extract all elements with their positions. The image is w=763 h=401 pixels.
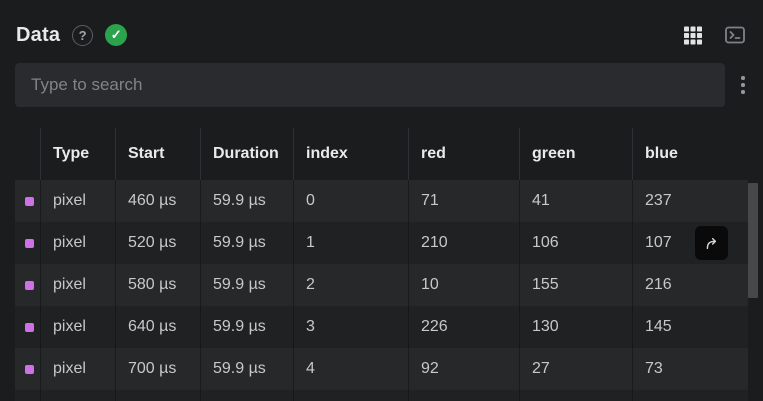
column-header-index[interactable]: index <box>293 128 408 180</box>
kebab-menu-icon[interactable] <box>729 70 757 100</box>
cell-start: 580 µs <box>115 264 200 306</box>
cell-type: pixel <box>40 222 115 264</box>
cell-index: 3 <box>293 306 408 348</box>
cell-type: pixel <box>40 348 115 390</box>
cell-start: 700 µs <box>115 348 200 390</box>
cell-blue: 145 <box>632 306 748 348</box>
cell-type: pixel <box>40 180 115 222</box>
cell-duration: 59.9 µs <box>200 348 293 390</box>
cell-swatch <box>15 306 40 348</box>
cell-blue: 216 <box>632 264 748 306</box>
cell-red: 92 <box>408 348 519 390</box>
cell-red: 71 <box>408 180 519 222</box>
cell-empty <box>40 390 115 401</box>
cell-green: 27 <box>519 348 632 390</box>
cell-empty <box>200 390 293 401</box>
cell-duration: 59.9 µs <box>200 306 293 348</box>
cell-empty <box>15 390 40 401</box>
cell-type: pixel <box>40 306 115 348</box>
cell-start: 460 µs <box>115 180 200 222</box>
scrollbar-thumb[interactable] <box>748 183 758 298</box>
search-row <box>15 63 757 107</box>
cell-index: 2 <box>293 264 408 306</box>
table-header-row: Type Start Duration index red green blue <box>15 128 748 180</box>
cell-swatch <box>15 264 40 306</box>
title-group: Data ? ✓ <box>16 23 128 47</box>
page-title: Data <box>16 23 61 46</box>
channel-swatch-icon <box>25 280 34 290</box>
cell-index: 4 <box>293 348 408 390</box>
table-row[interactable]: pixel 520 µs 59.9 µs 1 210 106 107 <box>15 222 748 264</box>
channel-swatch-icon <box>25 238 34 248</box>
table-grid-icon <box>681 23 705 47</box>
column-header-duration[interactable]: Duration <box>200 128 293 180</box>
cell-red: 10 <box>408 264 519 306</box>
vertical-scrollbar[interactable] <box>748 183 758 401</box>
search-input[interactable] <box>15 63 725 107</box>
cell-duration: 59.9 µs <box>200 222 293 264</box>
cell-blue: 237 <box>632 180 748 222</box>
column-header-start[interactable]: Start <box>115 128 200 180</box>
cell-empty <box>293 390 408 401</box>
cell-blue: 73 <box>632 348 748 390</box>
panel-header: Data ? ✓ <box>0 0 763 56</box>
cell-red: 226 <box>408 306 519 348</box>
cell-red: 210 <box>408 222 519 264</box>
cell-index: 1 <box>293 222 408 264</box>
help-icon[interactable]: ? <box>72 24 94 46</box>
channel-swatch-icon <box>25 322 34 332</box>
cell-duration: 59.9 µs <box>200 180 293 222</box>
cell-index: 0 <box>293 180 408 222</box>
column-header-red[interactable]: red <box>408 128 519 180</box>
column-header-green[interactable]: green <box>519 128 632 180</box>
terminal-view-button[interactable] <box>723 23 747 47</box>
table-row[interactable]: pixel 700 µs 59.9 µs 4 92 27 73 <box>15 348 748 390</box>
header-actions <box>681 23 747 47</box>
table-row[interactable]: pixel 640 µs 59.9 µs 3 226 130 145 <box>15 306 748 348</box>
cell-type: pixel <box>40 264 115 306</box>
cell-blue: 107 <box>632 222 748 264</box>
table-view-button[interactable] <box>681 23 705 47</box>
table-body: pixel 460 µs 59.9 µs 0 71 41 237 pixel 520 µs 59.… <box>15 180 758 401</box>
goto-row-button[interactable] <box>695 226 728 260</box>
status-ok-check-icon: ✓ <box>105 24 128 46</box>
cell-empty <box>519 390 632 401</box>
channel-swatch-icon <box>25 196 34 206</box>
cell-duration: 59.9 µs <box>200 264 293 306</box>
cell-swatch <box>15 348 40 390</box>
column-header-icon[interactable] <box>15 128 40 180</box>
cell-empty <box>115 390 200 401</box>
table-row-partial[interactable] <box>15 390 748 401</box>
cell-empty <box>408 390 519 401</box>
channel-swatch-icon <box>25 364 34 374</box>
cell-start: 640 µs <box>115 306 200 348</box>
cell-swatch <box>15 222 40 264</box>
cell-green: 106 <box>519 222 632 264</box>
column-header-blue[interactable]: blue <box>632 128 748 180</box>
cell-empty <box>632 390 748 401</box>
terminal-icon <box>723 23 747 47</box>
table-row[interactable]: pixel 460 µs 59.9 µs 0 71 41 237 <box>15 180 748 222</box>
cell-green: 41 <box>519 180 632 222</box>
goto-arrow-icon <box>702 233 722 253</box>
cell-green: 155 <box>519 264 632 306</box>
data-table: Type Start Duration index red green blue pixel… <box>15 128 758 401</box>
cell-swatch <box>15 180 40 222</box>
table-row[interactable]: pixel 580 µs 59.9 µs 2 10 155 216 <box>15 264 748 306</box>
cell-start: 520 µs <box>115 222 200 264</box>
column-header-type[interactable]: Type <box>40 128 115 180</box>
cell-green: 130 <box>519 306 632 348</box>
